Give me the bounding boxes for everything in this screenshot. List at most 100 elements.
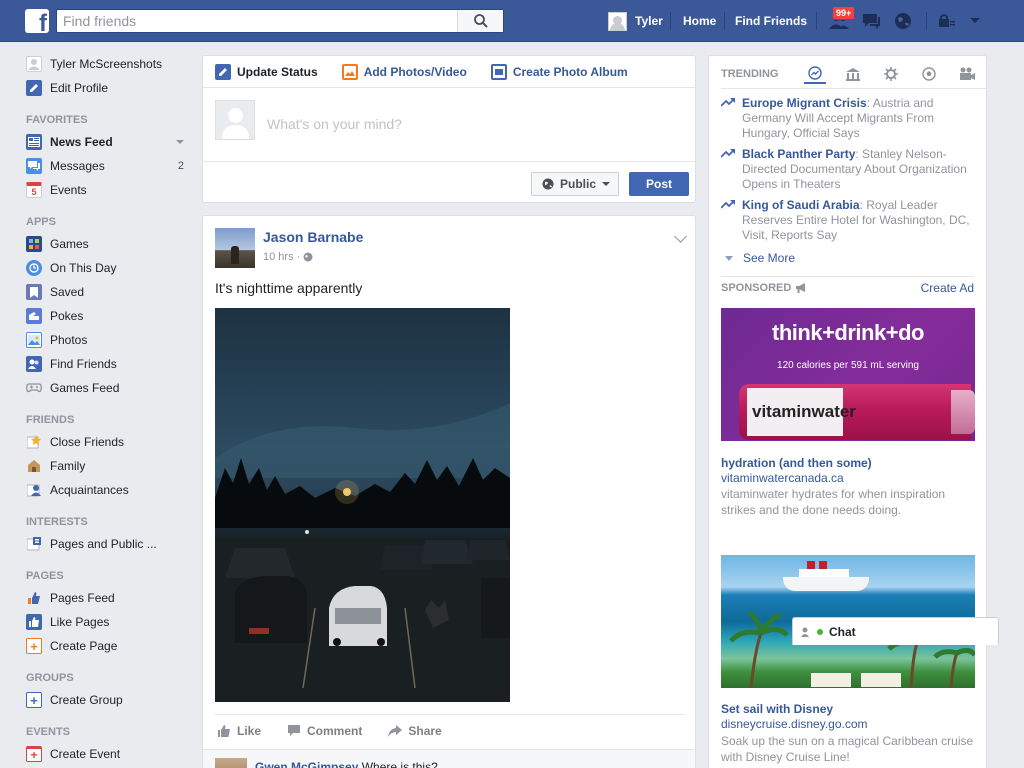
facebook-logo[interactable]: f <box>25 9 49 36</box>
photo-album-icon <box>490 63 507 80</box>
top-trends-icon[interactable] <box>804 64 826 84</box>
sidebar-item-family[interactable]: Family <box>26 454 194 478</box>
globe-icon[interactable] <box>892 10 914 32</box>
sidebar-item-news-feed[interactable]: News Feed <box>26 130 194 154</box>
status-input[interactable]: What's on your mind? <box>267 116 402 132</box>
privacy-icon[interactable] <box>936 10 958 32</box>
sidebar-item-profile[interactable]: Tyler McScreenshots <box>26 52 194 76</box>
search-input[interactable] <box>57 10 457 32</box>
privacy-label: Public <box>560 177 597 191</box>
section-heading-favorites: FAVORITES <box>26 114 88 126</box>
sidebar-item-pages-feed[interactable]: Pages Feed <box>26 586 194 610</box>
sidebar-item-pages-and-public[interactable]: Pages and Public ... <box>26 532 194 556</box>
globe-icon <box>542 178 554 190</box>
ad-image-vitaminwater[interactable]: think+drink+do 120 calories per 591 mL s… <box>721 308 975 441</box>
trending-category-tabs <box>804 64 978 84</box>
share-button[interactable]: Share <box>388 724 442 738</box>
trending-title[interactable]: Europe Migrant Crisis <box>742 96 867 110</box>
sidebar-item-events[interactable]: 5 Events <box>26 178 194 202</box>
avatar[interactable] <box>215 758 247 768</box>
sidebar-item-like-pages[interactable]: Like Pages <box>26 610 194 634</box>
sidebar-item-saved[interactable]: Saved <box>26 280 194 304</box>
star-icon <box>26 434 42 450</box>
comment-author-link[interactable]: Gwen McGimpsey <box>255 760 358 768</box>
sidebar-item-games[interactable]: Games <box>26 232 194 256</box>
create-ad-link[interactable]: Create Ad <box>921 281 974 295</box>
ad-title-link[interactable]: hydration (and then some) <box>721 456 977 470</box>
sidebar-item-messages[interactable]: Messages 2 <box>26 154 194 178</box>
messages-icon[interactable] <box>860 10 882 32</box>
science-gear-icon[interactable] <box>880 64 902 84</box>
sidebar-item-create-page[interactable]: + Create Page <box>26 634 194 658</box>
see-more-link[interactable]: See More <box>725 251 795 265</box>
tab-create-photo-album[interactable]: Create Photo Album <box>490 63 628 80</box>
find-friends-link[interactable]: Find Friends <box>735 14 807 28</box>
post-timestamp[interactable]: 10 hrs · <box>263 251 313 263</box>
sidebar-item-photos[interactable]: Photos <box>26 328 194 352</box>
home-link[interactable]: Home <box>683 14 716 28</box>
sidebar-item-label: Photos <box>50 333 88 347</box>
bottle-graphic: vitaminwater <box>739 384 971 440</box>
sidebar-item-on-this-day[interactable]: On This Day <box>26 256 194 280</box>
tab-label: Add Photos/Video <box>363 64 467 79</box>
top-user-link[interactable]: Tyler <box>608 11 663 31</box>
privacy-selector-button[interactable]: Public <box>531 172 619 196</box>
post-time-text: 10 hrs · <box>263 251 301 263</box>
trending-item[interactable]: Europe Migrant Crisis: Austria and Germa… <box>721 96 977 141</box>
avatar <box>215 100 255 140</box>
news-feed-icon <box>26 134 42 150</box>
sidebar-item-label: Pokes <box>50 309 84 323</box>
chevron-down-icon[interactable] <box>176 140 184 144</box>
section-heading-groups: GROUPS <box>26 672 74 684</box>
trending-title[interactable]: Black Panther Party <box>742 147 855 161</box>
politics-icon[interactable] <box>842 64 864 84</box>
pages-feed-icon <box>26 590 42 606</box>
like-button[interactable]: Like <box>217 724 261 738</box>
account-menu-chevron-down-icon[interactable] <box>964 10 986 32</box>
search-button[interactable] <box>457 10 503 32</box>
sidebar-item-close-friends[interactable]: Close Friends <box>26 430 194 454</box>
trending-arrow-icon <box>721 98 735 107</box>
top-bar: f Tyler Home Find Friends 99+ <box>0 0 1024 42</box>
post-photo[interactable] <box>215 308 510 702</box>
ad-url[interactable]: disneycruise.disney.go.com <box>721 717 977 731</box>
sidebar-item-edit-profile[interactable]: Edit Profile <box>26 76 194 100</box>
trending-item[interactable]: Black Panther Party: Stanley Nelson-Dire… <box>721 147 977 192</box>
post-author-link[interactable]: Jason Barnabe <box>263 229 363 245</box>
section-heading-interests: INTERESTS <box>26 516 88 528</box>
sidebar-item-label: Edit Profile <box>50 81 109 95</box>
post-options-chevron-down-icon[interactable] <box>674 230 687 243</box>
composer-tabs: Update Status Add Photos/Video Create Ph… <box>203 56 695 88</box>
trending-item[interactable]: King of Saudi Arabia: Royal Leader Reser… <box>721 198 977 243</box>
sidebar-item-label: Games <box>50 237 89 251</box>
sidebar-item-games-feed[interactable]: Games Feed <box>26 376 194 400</box>
messages-count: 2 <box>177 160 184 172</box>
share-arrow-icon <box>388 724 403 737</box>
section-heading-events: EVENTS <box>26 726 71 738</box>
tab-add-photos-video[interactable]: Add Photos/Video <box>341 63 467 80</box>
avatar[interactable] <box>215 228 255 268</box>
post-text: It's nighttime apparently <box>215 280 363 296</box>
sidebar-item-create-group[interactable]: + Create Group <box>26 688 194 712</box>
sidebar-item-pokes[interactable]: Pokes <box>26 304 194 328</box>
sidebar-item-label: Pages Feed <box>50 591 115 605</box>
ad-title-link[interactable]: Set sail with Disney <box>721 702 977 716</box>
messages-icon <box>26 158 42 174</box>
status-composer: Update Status Add Photos/Video Create Ph… <box>202 55 696 203</box>
sidebar-item-label: Saved <box>50 285 85 299</box>
sidebar-item-create-event[interactable]: + Create Event <box>26 742 194 766</box>
sports-ball-icon[interactable] <box>918 64 940 84</box>
trending-title[interactable]: King of Saudi Arabia <box>742 198 860 212</box>
post-button[interactable]: Post <box>629 172 689 196</box>
beach-hut <box>811 673 851 687</box>
sidebar-item-find-friends[interactable]: Find Friends <box>26 352 194 376</box>
entertainment-camera-icon[interactable] <box>956 64 978 84</box>
create-page-icon: + <box>26 638 42 654</box>
comment-button[interactable]: Comment <box>287 724 362 738</box>
ad-url[interactable]: vitaminwatercanada.ca <box>721 471 977 485</box>
tab-update-status[interactable]: Update Status <box>215 63 318 80</box>
sidebar-item-acquaintances[interactable]: Acquaintances <box>26 478 194 502</box>
chat-tab[interactable]: Chat <box>792 617 999 645</box>
night-scene-image <box>215 403 510 702</box>
sidebar-item-label: News Feed <box>50 135 113 149</box>
